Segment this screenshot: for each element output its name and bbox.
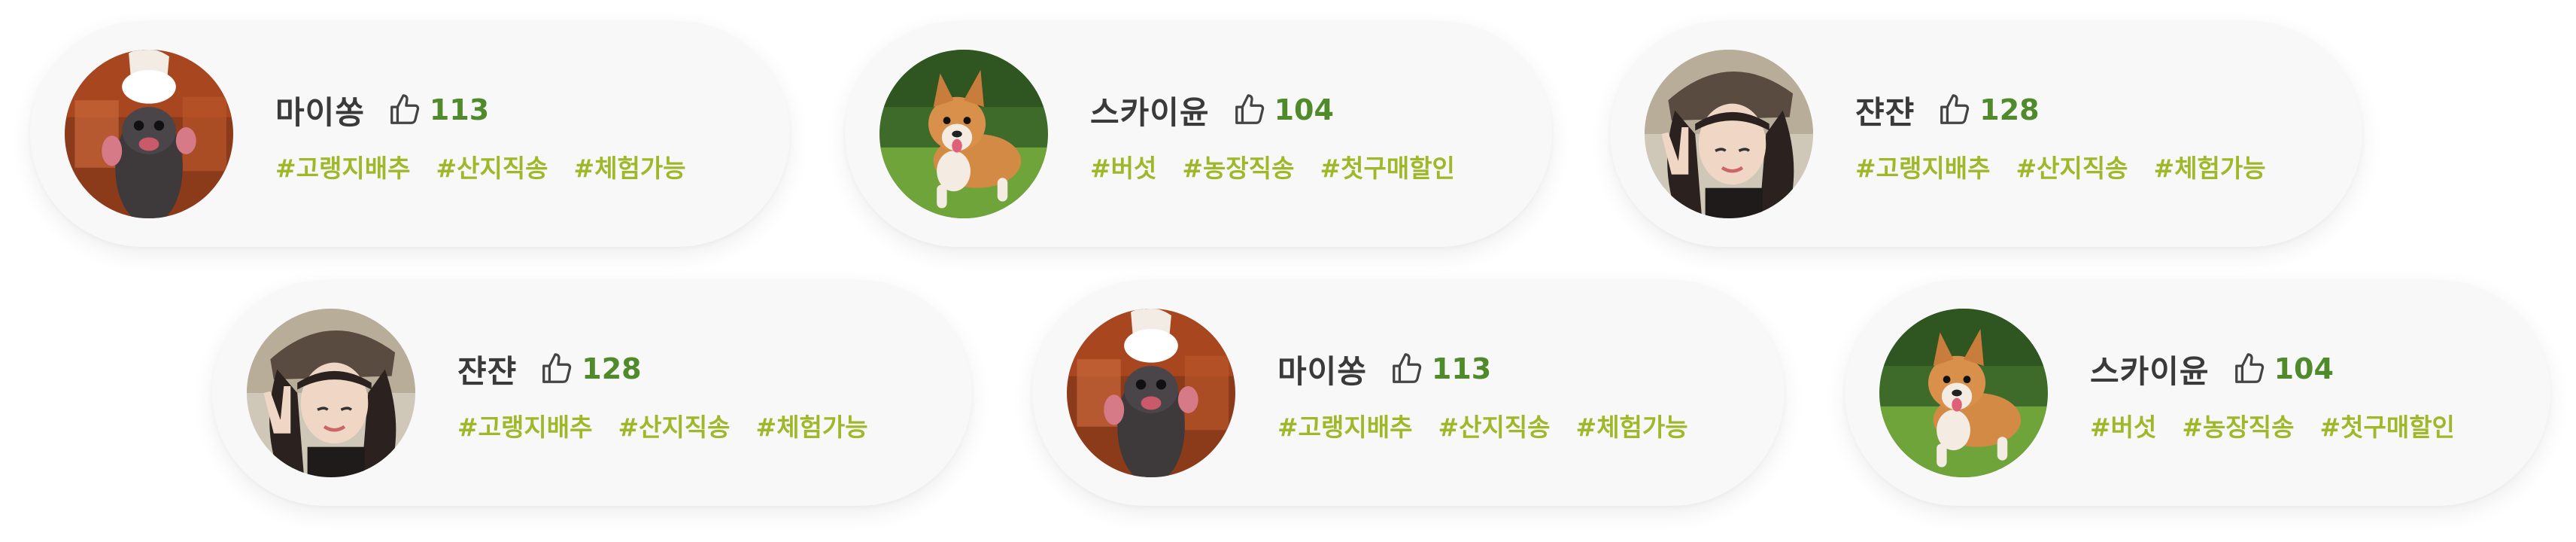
avatar [247, 309, 415, 477]
tag[interactable]: #버섯 [2090, 407, 2156, 443]
profile-card[interactable]: 쟌쟌 128 #고랭지배추 #산지직송 #체험가능 [1610, 21, 2362, 247]
like-count: 104 [1274, 93, 1334, 126]
profile-name: 스카이윤 [1090, 93, 1210, 131]
thumbs-up-icon[interactable] [2232, 352, 2267, 386]
thumbs-up-icon[interactable] [1937, 93, 1972, 127]
tag-list: #고랭지배추 #산지직송 #체험가능 [1855, 148, 2292, 184]
profile-name: 스카이윤 [2090, 352, 2210, 390]
profile-info: 마이쏭 113 #고랭지배추 #산지직송 #체험가능 [1277, 343, 1714, 443]
tag-list: #버섯 #농장직송 #첫구매할인 [2090, 407, 2480, 443]
like-count: 113 [429, 93, 490, 126]
profile-info: 쟌쟌 128 #고랭지배추 #산지직송 #체험가능 [1855, 84, 2292, 184]
thumbs-up-icon[interactable] [539, 352, 574, 386]
profile-name: 마이쏭 [1277, 352, 1367, 390]
tag[interactable]: #산지직송 [618, 407, 730, 443]
tag[interactable]: #고랭지배추 [275, 148, 410, 184]
profile-info: 스카이윤 104 #버섯 #농장직송 #첫구매할인 [2090, 343, 2480, 443]
like-count: 128 [1979, 93, 2040, 126]
profile-name: 쟌쟌 [457, 352, 518, 390]
profile-info: 마이쏭 113 #고랭지배추 #산지직송 #체험가능 [275, 84, 712, 184]
tag[interactable]: #체험가능 [574, 148, 686, 184]
tag-list: #버섯 #농장직송 #첫구매할인 [1090, 148, 1481, 184]
avatar [879, 50, 1048, 218]
profile-card[interactable]: 마이쏭 113 #고랭지배추 #산지직송 #체험가능 [1032, 280, 1785, 506]
tag[interactable]: #고랭지배추 [457, 407, 592, 443]
profile-card[interactable]: 스카이윤 104 #버섯 #농장직송 #첫구매할인 [845, 21, 1552, 247]
profile-name: 쟌쟌 [1855, 93, 1915, 131]
profile-name: 마이쏭 [275, 93, 365, 131]
avatar [1879, 309, 2048, 477]
profile-card-stage: 마이쏭 113 #고랭지배추 #산지직송 #체험가능 스카이윤 104 #버섯 … [0, 0, 2576, 542]
tag[interactable]: #산지직송 [1438, 407, 1550, 443]
tag[interactable]: #농장직송 [2182, 407, 2294, 443]
tag[interactable]: #농장직송 [1182, 148, 1294, 184]
tag[interactable]: #버섯 [1090, 148, 1156, 184]
tag[interactable]: #첫구매할인 [2319, 407, 2454, 443]
tag[interactable]: #체험가능 [1576, 407, 1688, 443]
profile-info: 쟌쟌 128 #고랭지배추 #산지직송 #체험가능 [457, 343, 894, 443]
like-count: 113 [1431, 352, 1492, 385]
avatar [65, 50, 233, 218]
tag[interactable]: #체험가능 [756, 407, 868, 443]
avatar [1645, 50, 1813, 218]
tag[interactable]: #첫구매할인 [1320, 148, 1454, 184]
tag-list: #고랭지배추 #산지직송 #체험가능 [457, 407, 894, 443]
thumbs-up-icon[interactable] [387, 93, 422, 127]
profile-card[interactable]: 쟌쟌 128 #고랭지배추 #산지직송 #체험가능 [212, 280, 972, 506]
tag[interactable]: #산지직송 [436, 148, 548, 184]
like-count: 128 [582, 352, 642, 385]
tag[interactable]: #고랭지배추 [1277, 407, 1412, 443]
tag[interactable]: #산지직송 [2016, 148, 2128, 184]
thumbs-up-icon[interactable] [1232, 93, 1267, 127]
avatar [1067, 309, 1235, 477]
profile-info: 스카이윤 104 #버섯 #농장직송 #첫구매할인 [1090, 84, 1481, 184]
thumbs-up-icon[interactable] [1390, 352, 1424, 386]
tag[interactable]: #고랭지배추 [1855, 148, 1990, 184]
profile-card[interactable]: 스카이윤 104 #버섯 #농장직송 #첫구매할인 [1845, 280, 2550, 506]
like-count: 104 [2274, 352, 2334, 385]
tag[interactable]: #체험가능 [2154, 148, 2266, 184]
tag-list: #고랭지배추 #산지직송 #체험가능 [1277, 407, 1714, 443]
tag-list: #고랭지배추 #산지직송 #체험가능 [275, 148, 712, 184]
profile-card[interactable]: 마이쏭 113 #고랭지배추 #산지직송 #체험가능 [30, 21, 790, 247]
